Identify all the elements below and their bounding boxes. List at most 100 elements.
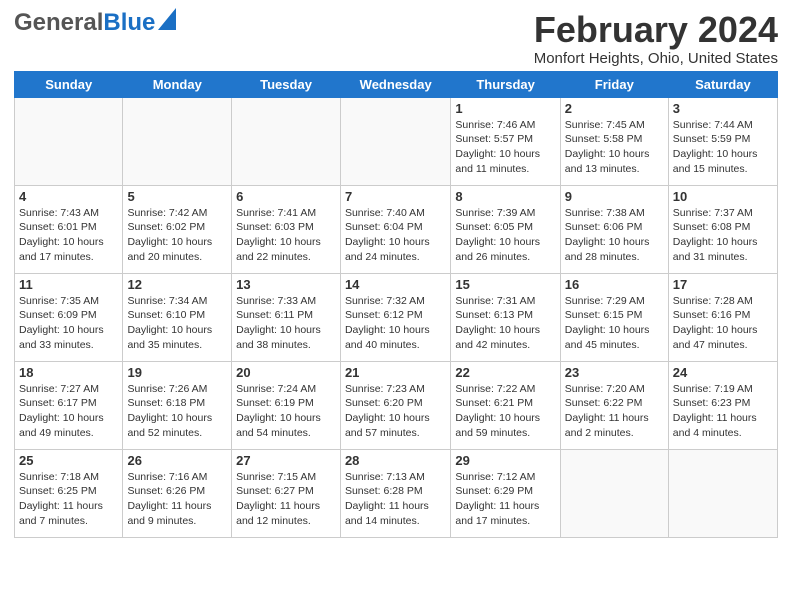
table-row <box>668 449 777 537</box>
day-info: Sunrise: 7:23 AMSunset: 6:20 PMDaylight:… <box>345 382 446 441</box>
day-number: 9 <box>565 189 664 204</box>
day-number: 4 <box>19 189 118 204</box>
day-info: Sunrise: 7:27 AMSunset: 6:17 PMDaylight:… <box>19 382 118 441</box>
day-info: Sunrise: 7:19 AMSunset: 6:23 PMDaylight:… <box>673 382 773 441</box>
day-number: 16 <box>565 277 664 292</box>
table-row: 15Sunrise: 7:31 AMSunset: 6:13 PMDayligh… <box>451 273 560 361</box>
table-row: 28 Sunrise: 7:13 AMSunset: 6:28 PMDayligh… <box>340 449 450 537</box>
day-number: 8 <box>455 189 555 204</box>
table-row: 19 Sunrise: 7:26 AMSunset: 6:18 PMDayligh… <box>123 361 232 449</box>
table-row: 25 Sunrise: 7:18 AMSunset: 6:25 PMDayligh… <box>15 449 123 537</box>
weekday-header-row: Sunday Monday Tuesday Wednesday Thursday… <box>15 71 778 97</box>
table-row <box>560 449 668 537</box>
table-row: 10 Sunrise: 7:37 AMSunset: 6:08 PMDayligh… <box>668 185 777 273</box>
day-info: Sunrise: 7:32 AMSunset: 6:12 PMDaylight:… <box>345 294 446 353</box>
table-row: 3Sunrise: 7:44 AMSunset: 5:59 PMDaylight… <box>668 97 777 185</box>
day-info: Sunrise: 7:24 AMSunset: 6:19 PMDaylight:… <box>236 382 336 441</box>
table-row: 8 Sunrise: 7:39 AMSunset: 6:05 PMDaylight… <box>451 185 560 273</box>
table-row: 16 Sunrise: 7:29 AMSunset: 6:15 PMDayligh… <box>560 273 668 361</box>
calendar-week-row: 11 Sunrise: 7:35 AMSunset: 6:09 PMDayligh… <box>15 273 778 361</box>
day-number: 22 <box>455 365 555 380</box>
table-row: 14 Sunrise: 7:32 AMSunset: 6:12 PMDayligh… <box>340 273 450 361</box>
day-number: 6 <box>236 189 336 204</box>
day-number: 2 <box>565 101 664 116</box>
day-number: 10 <box>673 189 773 204</box>
day-info: Sunrise: 7:26 AMSunset: 6:18 PMDaylight:… <box>127 382 227 441</box>
table-row: 22 Sunrise: 7:22 AMSunset: 6:21 PMDayligh… <box>451 361 560 449</box>
day-info: Sunrise: 7:22 AMSunset: 6:21 PMDaylight:… <box>455 382 555 441</box>
table-row: 5Sunrise: 7:42 AMSunset: 6:02 PMDaylight… <box>123 185 232 273</box>
day-info: Sunrise: 7:33 AMSunset: 6:11 PMDaylight:… <box>236 294 336 353</box>
day-number: 27 <box>236 453 336 468</box>
table-row: 24Sunrise: 7:19 AMSunset: 6:23 PMDayligh… <box>668 361 777 449</box>
page: General Blue February 2024 Monfort Heigh… <box>0 0 792 548</box>
day-info: Sunrise: 7:45 AMSunset: 5:58 PMDaylight:… <box>565 118 664 177</box>
day-number: 5 <box>127 189 227 204</box>
table-row: 20 Sunrise: 7:24 AMSunset: 6:19 PMDayligh… <box>232 361 341 449</box>
table-row <box>15 97 123 185</box>
day-info: Sunrise: 7:41 AMSunset: 6:03 PMDaylight:… <box>236 206 336 265</box>
table-row <box>232 97 341 185</box>
table-row: 2 Sunrise: 7:45 AMSunset: 5:58 PMDaylight… <box>560 97 668 185</box>
day-number: 20 <box>236 365 336 380</box>
table-row: 17 Sunrise: 7:28 AMSunset: 6:16 PMDayligh… <box>668 273 777 361</box>
day-number: 19 <box>127 365 227 380</box>
table-row: 1 Sunrise: 7:46 AMSunset: 5:57 PMDaylight… <box>451 97 560 185</box>
day-number: 18 <box>19 365 118 380</box>
day-info: Sunrise: 7:38 AMSunset: 6:06 PMDaylight:… <box>565 206 664 265</box>
table-row: 7 Sunrise: 7:40 AMSunset: 6:04 PMDaylight… <box>340 185 450 273</box>
table-row: 11 Sunrise: 7:35 AMSunset: 6:09 PMDayligh… <box>15 273 123 361</box>
month-year-title: February 2024 <box>534 10 778 50</box>
table-row: 26Sunrise: 7:16 AMSunset: 6:26 PMDayligh… <box>123 449 232 537</box>
table-row: 9 Sunrise: 7:38 AMSunset: 6:06 PMDaylight… <box>560 185 668 273</box>
day-number: 29 <box>455 453 555 468</box>
table-row: 29Sunrise: 7:12 AMSunset: 6:29 PMDayligh… <box>451 449 560 537</box>
day-number: 26 <box>127 453 227 468</box>
day-number: 23 <box>565 365 664 380</box>
day-number: 14 <box>345 277 446 292</box>
day-number: 1 <box>455 101 555 116</box>
day-info: Sunrise: 7:35 AMSunset: 6:09 PMDaylight:… <box>19 294 118 353</box>
calendar-body: 1 Sunrise: 7:46 AMSunset: 5:57 PMDaylight… <box>15 97 778 537</box>
table-row: 21 Sunrise: 7:23 AMSunset: 6:20 PMDayligh… <box>340 361 450 449</box>
col-sunday: Sunday <box>15 71 123 97</box>
table-row: 13 Sunrise: 7:33 AMSunset: 6:11 PMDayligh… <box>232 273 341 361</box>
day-info: Sunrise: 7:18 AMSunset: 6:25 PMDaylight:… <box>19 470 118 529</box>
table-row: 6 Sunrise: 7:41 AMSunset: 6:03 PMDaylight… <box>232 185 341 273</box>
day-number: 25 <box>19 453 118 468</box>
day-info: Sunrise: 7:28 AMSunset: 6:16 PMDaylight:… <box>673 294 773 353</box>
day-number: 13 <box>236 277 336 292</box>
day-info: Sunrise: 7:39 AMSunset: 6:05 PMDaylight:… <box>455 206 555 265</box>
day-number: 28 <box>345 453 446 468</box>
location-subtitle: Monfort Heights, Ohio, United States <box>534 50 778 67</box>
day-info: Sunrise: 7:40 AMSunset: 6:04 PMDaylight:… <box>345 206 446 265</box>
day-info: Sunrise: 7:13 AMSunset: 6:28 PMDaylight:… <box>345 470 446 529</box>
day-info: Sunrise: 7:46 AMSunset: 5:57 PMDaylight:… <box>455 118 555 177</box>
day-info: Sunrise: 7:29 AMSunset: 6:15 PMDaylight:… <box>565 294 664 353</box>
logo-general-text: General <box>14 11 103 35</box>
day-info: Sunrise: 7:20 AMSunset: 6:22 PMDaylight:… <box>565 382 664 441</box>
table-row: 18 Sunrise: 7:27 AMSunset: 6:17 PMDayligh… <box>15 361 123 449</box>
table-row: 27Sunrise: 7:15 AMSunset: 6:27 PMDayligh… <box>232 449 341 537</box>
day-info: Sunrise: 7:44 AMSunset: 5:59 PMDaylight:… <box>673 118 773 177</box>
calendar-header: Sunday Monday Tuesday Wednesday Thursday… <box>15 71 778 97</box>
day-number: 17 <box>673 277 773 292</box>
day-number: 11 <box>19 277 118 292</box>
logo-triangle-icon <box>158 8 176 30</box>
table-row: 4Sunrise: 7:43 AMSunset: 6:01 PMDaylight… <box>15 185 123 273</box>
calendar-week-row: 25 Sunrise: 7:18 AMSunset: 6:25 PMDayligh… <box>15 449 778 537</box>
header: General Blue February 2024 Monfort Heigh… <box>14 10 778 67</box>
calendar-week-row: 1 Sunrise: 7:46 AMSunset: 5:57 PMDaylight… <box>15 97 778 185</box>
day-number: 21 <box>345 365 446 380</box>
day-info: Sunrise: 7:31 AMSunset: 6:13 PMDaylight:… <box>455 294 555 353</box>
col-friday: Friday <box>560 71 668 97</box>
day-info: Sunrise: 7:37 AMSunset: 6:08 PMDaylight:… <box>673 206 773 265</box>
logo: General Blue <box>14 10 176 35</box>
calendar-week-row: 18 Sunrise: 7:27 AMSunset: 6:17 PMDayligh… <box>15 361 778 449</box>
calendar-week-row: 4Sunrise: 7:43 AMSunset: 6:01 PMDaylight… <box>15 185 778 273</box>
day-info: Sunrise: 7:34 AMSunset: 6:10 PMDaylight:… <box>127 294 227 353</box>
col-monday: Monday <box>123 71 232 97</box>
day-number: 12 <box>127 277 227 292</box>
day-number: 7 <box>345 189 446 204</box>
table-row <box>123 97 232 185</box>
